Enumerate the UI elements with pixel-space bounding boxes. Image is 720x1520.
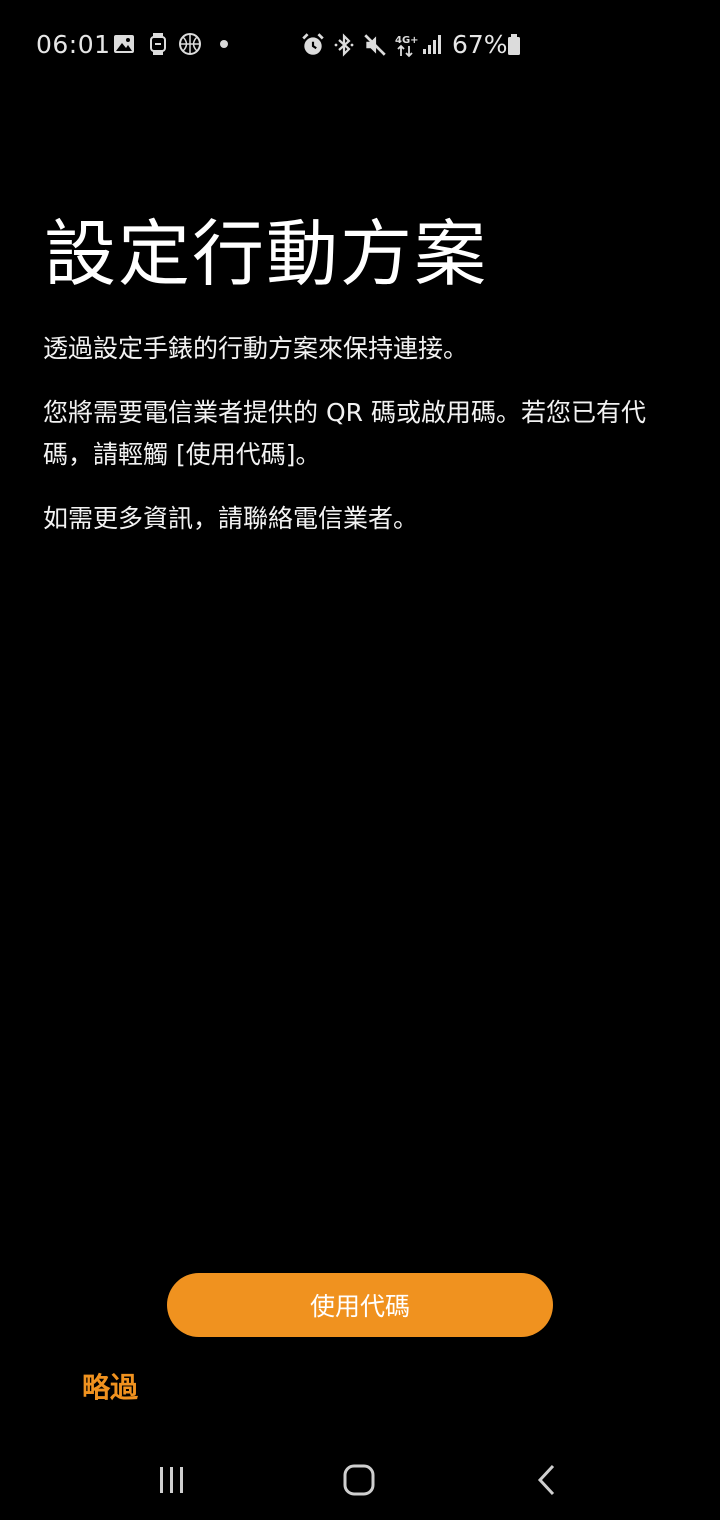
alarm-icon bbox=[300, 32, 326, 58]
home-button[interactable] bbox=[334, 1458, 384, 1502]
back-icon bbox=[537, 1464, 555, 1496]
use-code-button[interactable]: 使用代碼 bbox=[167, 1273, 553, 1337]
description-paragraph-3: 如需更多資訊，請聯絡電信業者。 bbox=[43, 504, 419, 533]
navigation-bar bbox=[0, 1440, 720, 1520]
mute-icon bbox=[362, 32, 388, 58]
status-bar: 06:01 4G+ 67% bbox=[0, 0, 720, 90]
image-icon bbox=[112, 32, 138, 58]
back-button[interactable] bbox=[522, 1458, 572, 1502]
svg-text:4G+: 4G+ bbox=[395, 35, 419, 46]
watch-icon bbox=[146, 32, 172, 58]
notification-dot bbox=[220, 40, 228, 48]
recent-apps-icon bbox=[160, 1467, 183, 1493]
battery-icon bbox=[506, 32, 522, 58]
bluetooth-icon bbox=[332, 32, 358, 58]
basketball-icon bbox=[178, 32, 204, 58]
recent-apps-button[interactable] bbox=[147, 1458, 197, 1502]
use-code-button-label: 使用代碼 bbox=[309, 1292, 410, 1321]
skip-button[interactable]: 略過 bbox=[82, 1366, 138, 1406]
signal-icon bbox=[422, 32, 448, 58]
page-title: 設定行動方案 bbox=[44, 212, 489, 296]
battery-percent: 67% bbox=[452, 30, 508, 59]
description-paragraph-1: 透過設定手錶的行動方案來保持連接。 bbox=[43, 334, 469, 363]
status-time: 06:01 bbox=[36, 30, 111, 59]
4g-plus-icon: 4G+ bbox=[394, 32, 420, 58]
home-icon bbox=[343, 1464, 375, 1496]
description-paragraph-2: 您將需要電信業者提供的 QR 碼或啟用碼。若您已有代碼，請輕觸 [使用代碼]。 bbox=[43, 398, 646, 469]
